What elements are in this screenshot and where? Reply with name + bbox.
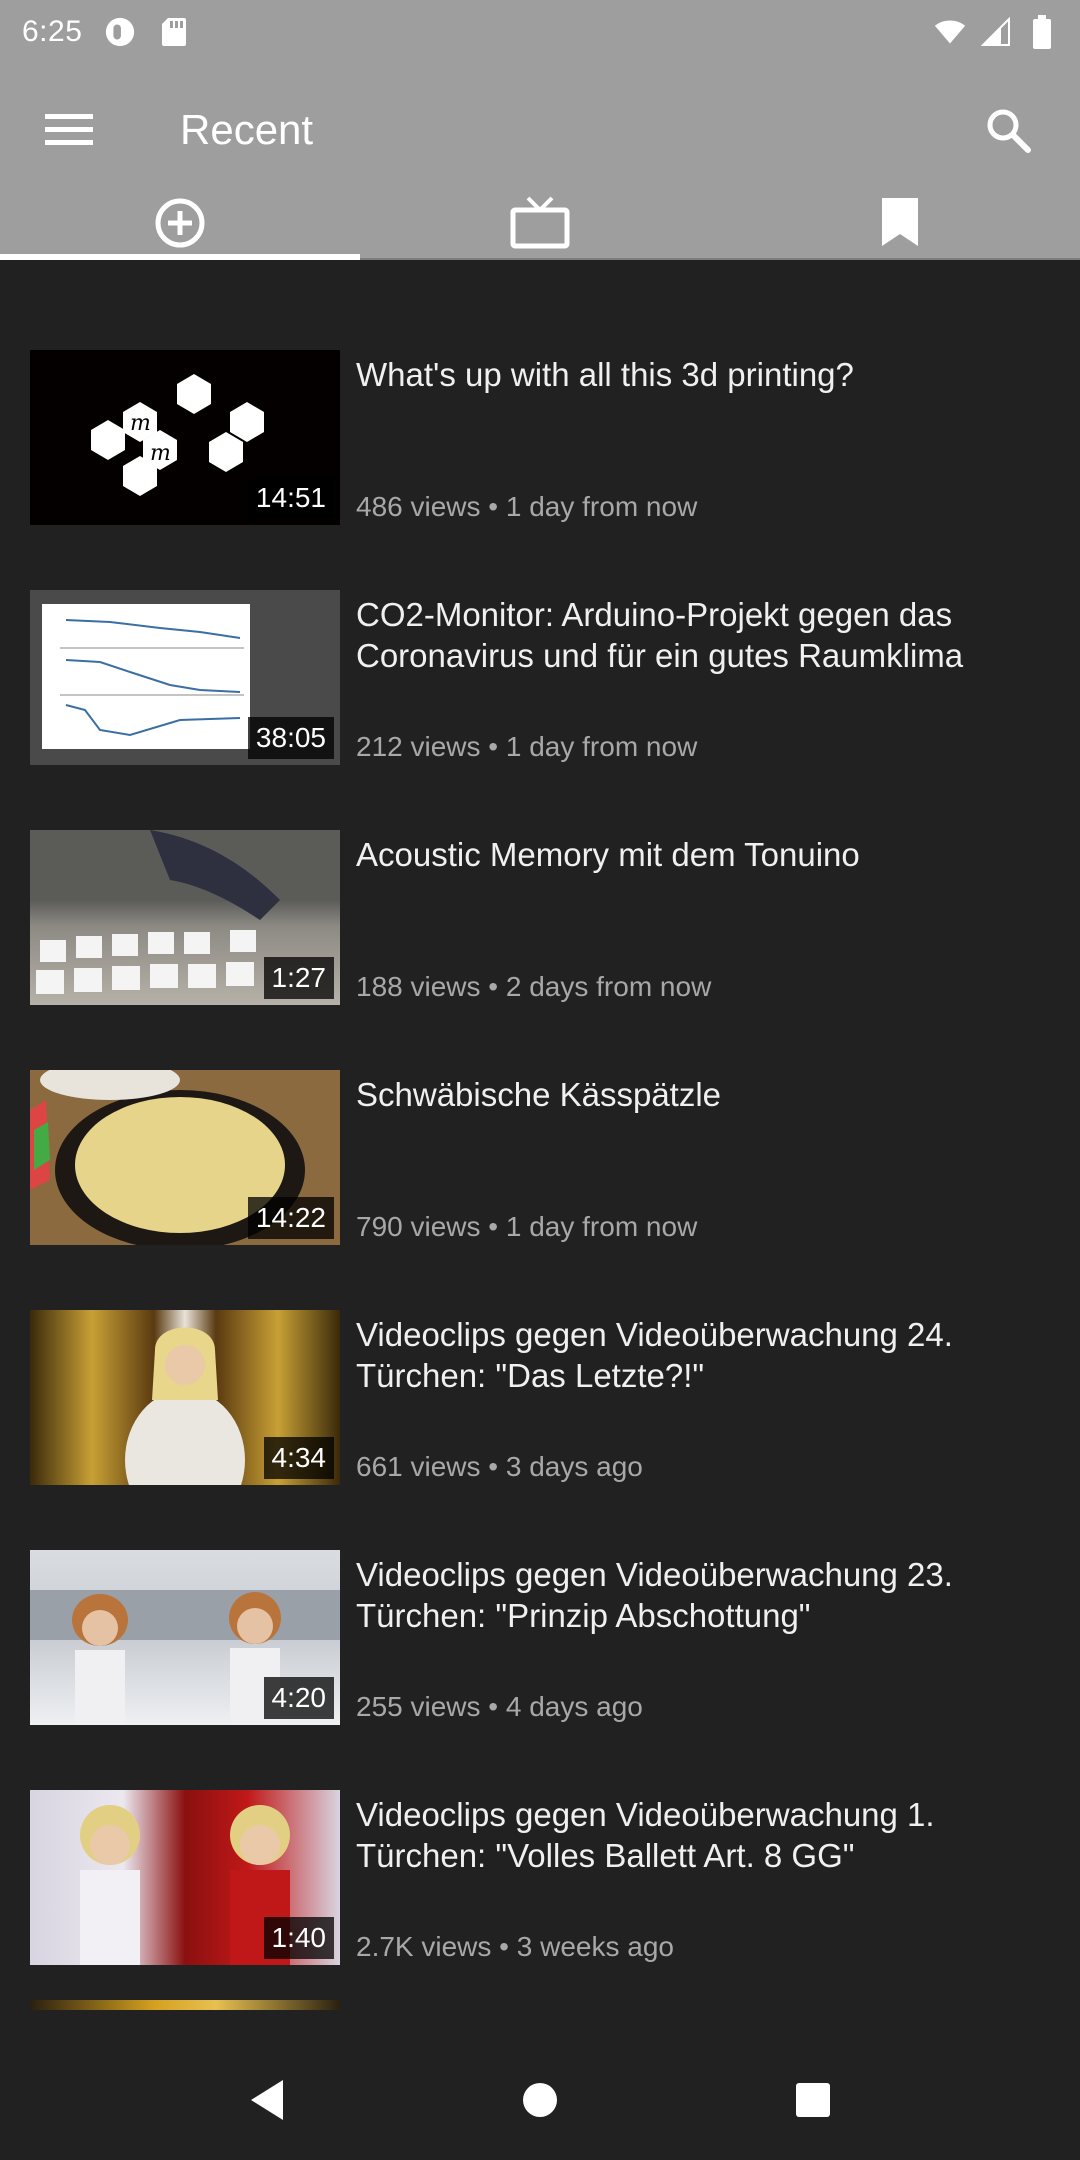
wifi-icon (934, 16, 966, 48)
list-item[interactable]: m m 14:51 What's up with all this 3d pri… (0, 320, 1080, 560)
list-item[interactable]: 14:22 Schwäbische Kässpätzle 790 views •… (0, 1040, 1080, 1280)
video-stats: 212 views • 1 day from now (356, 731, 698, 762)
video-title: CO2-Monitor: Arduino-Projekt gegen das C… (356, 596, 964, 674)
add-circle-icon (155, 198, 205, 248)
video-thumbnail[interactable]: 1:27 (30, 830, 340, 1005)
battery-icon (1026, 15, 1058, 49)
sd-card-icon (158, 16, 190, 48)
video-duration: 1:27 (263, 957, 334, 999)
video-duration: 14:22 (247, 1197, 334, 1239)
list-item[interactable]: 38:05 CO2-Monitor: Arduino-Projekt gegen… (0, 560, 1080, 800)
do-not-disturb-icon (104, 16, 136, 48)
recents-button[interactable] (773, 2060, 853, 2140)
video-duration: 38:05 (247, 717, 334, 759)
video-list[interactable]: m m 14:51 What's up with all this 3d pri… (0, 320, 1080, 2040)
video-meta: Acoustic Memory mit dem Tonuino 188 view… (356, 830, 1050, 1005)
tab-subscriptions[interactable] (360, 196, 720, 258)
video-thumbnail[interactable]: 4:20 (30, 1550, 340, 1725)
status-bar: 6:25 (0, 0, 1080, 64)
app-bar: Recent (0, 64, 1080, 260)
video-title: Videoclips gegen Videoüberwachung 1. Tür… (356, 1796, 935, 1874)
video-title: Schwäbische Kässpätzle (356, 1076, 722, 1113)
list-item[interactable] (0, 2000, 1080, 2020)
menu-icon (45, 114, 93, 145)
svg-text:m: m (130, 411, 151, 436)
home-button[interactable] (500, 2060, 580, 2140)
search-icon (987, 109, 1031, 153)
video-stats: 255 views • 4 days ago (356, 1691, 643, 1722)
tab-bookmarks[interactable] (720, 196, 1080, 258)
status-time: 6:25 (22, 15, 83, 48)
video-stats: 2.7K views • 3 weeks ago (356, 1931, 674, 1962)
video-title: Videoclips gegen Videoüberwachung 24. Tü… (356, 1316, 953, 1394)
video-title: Videoclips gegen Videoüberwachung 23. Tü… (356, 1556, 953, 1634)
video-stats: 661 views • 3 days ago (356, 1451, 643, 1482)
list-item[interactable]: 1:27 Acoustic Memory mit dem Tonuino 188… (0, 800, 1080, 1040)
tv-icon (510, 196, 570, 249)
signal-icon (980, 16, 1012, 48)
video-meta: Videoclips gegen Videoüberwachung 23. Tü… (356, 1550, 1050, 1725)
back-button[interactable] (227, 2060, 307, 2140)
video-stats: 188 views • 2 days from now (356, 971, 712, 1002)
recents-icon (796, 2083, 831, 2117)
page-title: Recent (180, 106, 314, 153)
list-item[interactable]: 1:40 Videoclips gegen Videoüberwachung 1… (0, 1760, 1080, 2000)
video-meta: Schwäbische Kässpätzle 790 views • 1 day… (356, 1070, 1050, 1245)
tab-new[interactable] (0, 196, 360, 260)
svg-text:m: m (150, 441, 171, 466)
back-icon (250, 2080, 283, 2120)
video-thumbnail[interactable]: m m 14:51 (30, 350, 340, 525)
video-meta: Videoclips gegen Videoüberwachung 24. Tü… (356, 1310, 1050, 1485)
video-title: What's up with all this 3d printing? (356, 356, 854, 393)
video-title: Acoustic Memory mit dem Tonuino (356, 836, 860, 873)
video-thumbnail[interactable]: 38:05 (30, 590, 340, 765)
home-icon (522, 2083, 557, 2117)
video-thumbnail[interactable]: 4:34 (30, 1310, 340, 1485)
video-duration: 14:51 (247, 477, 334, 519)
bookmark-icon (882, 198, 918, 246)
system-nav-bar (0, 2040, 1080, 2160)
video-thumbnail[interactable]: 14:22 (30, 1070, 340, 1245)
video-duration: 4:34 (263, 1437, 334, 1479)
video-thumbnail[interactable]: 1:40 (30, 1790, 340, 1965)
search-button[interactable] (976, 98, 1040, 162)
video-stats: 486 views • 1 day from now (356, 491, 698, 522)
video-meta: CO2-Monitor: Arduino-Projekt gegen das C… (356, 590, 1050, 765)
menu-button[interactable] (40, 100, 100, 160)
toolbar: Recent (0, 64, 1080, 196)
video-duration: 4:20 (263, 1677, 334, 1719)
tab-bar (0, 196, 1080, 260)
list-item[interactable]: 4:20 Videoclips gegen Videoüberwachung 2… (0, 1520, 1080, 1760)
video-thumbnail[interactable] (30, 2000, 340, 2010)
list-item[interactable]: 4:34 Videoclips gegen Videoüberwachung 2… (0, 1280, 1080, 1520)
video-stats: 790 views • 1 day from now (356, 1211, 698, 1242)
video-duration: 1:40 (263, 1917, 334, 1959)
video-meta: What's up with all this 3d printing? 486… (356, 350, 1050, 525)
video-meta: Videoclips gegen Videoüberwachung 1. Tür… (356, 1790, 1050, 1965)
